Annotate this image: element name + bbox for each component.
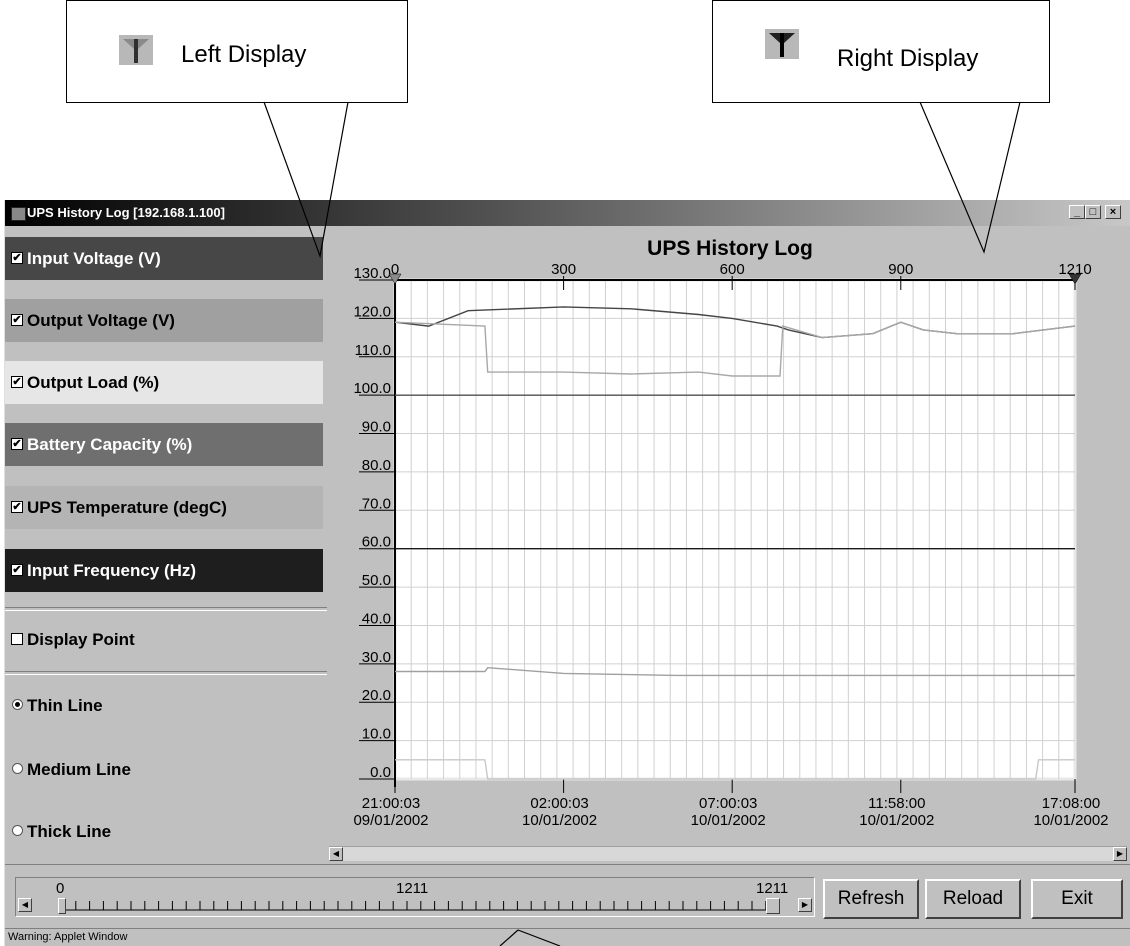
display-point-checkbox[interactable] — [11, 633, 23, 645]
medium-line-label: Medium Line — [27, 760, 131, 779]
series-label: Input Frequency (Hz) — [27, 561, 197, 580]
right-display-label: Right Display — [837, 45, 979, 72]
y-tick-label: 40.0 — [362, 610, 391, 627]
history-chart: UPS History Log 130.0 120.0 110.0 100.0 90.0 8… — [353, 237, 1108, 829]
left-display-label: Left Display — [181, 41, 307, 68]
right-display-callout: Right Display — [712, 0, 1050, 103]
close-button[interactable]: × — [1105, 205, 1121, 219]
y-tick-label: 90.0 — [362, 419, 391, 436]
y-tick-label: 130.0 — [353, 265, 391, 282]
title-bar: UPS History Log [192.168.1.100] _ □ × — [5, 200, 1130, 226]
y-tick-label: 110.0 — [355, 342, 391, 359]
series-label: Input Voltage (V) — [27, 249, 161, 268]
bottom-bar: ◀ ▶ 0 1211 1211 Refresh Reload Exit — [5, 864, 1130, 927]
medium-line-radio[interactable] — [12, 763, 23, 774]
thin-line-label: Thin Line — [27, 696, 103, 715]
x-tick-date: 10/01/2002 — [859, 812, 934, 829]
thick-line-radio[interactable] — [12, 825, 23, 836]
y-tick-label: 120.0 — [353, 303, 391, 320]
display-point-option[interactable]: Display Point — [5, 627, 323, 657]
chart-pane: UPS History Log 130.0 120.0 110.0 100.0 90.0 8… — [329, 229, 1130, 849]
status-bar: Warning: Applet Window — [5, 928, 1130, 946]
display-point-label: Display Point — [27, 630, 135, 649]
series-ups-temperature[interactable]: ✔ UPS Temperature (degC) — [5, 486, 323, 529]
series-label: Output Voltage (V) — [27, 311, 175, 330]
y-tick-label: 10.0 — [362, 726, 391, 743]
y-tick-label: 60.0 — [362, 534, 391, 551]
exit-button[interactable]: Exit — [1031, 879, 1123, 919]
left-display-callout: Left Display — [66, 0, 408, 103]
slider-thumb-right[interactable] — [766, 898, 780, 914]
output-load-checkbox[interactable]: ✔ — [11, 376, 23, 388]
top-tick-label: 900 — [888, 261, 913, 278]
series-output-load[interactable]: ✔ Output Load (%) — [5, 361, 323, 404]
chart-horizontal-scrollbar[interactable]: ◀ ▶ — [329, 846, 1127, 861]
slider-mid-label: 1211 — [396, 880, 429, 897]
window-title: UPS History Log [192.168.1.100] — [27, 205, 225, 220]
y-tick-label: 80.0 — [362, 457, 391, 474]
app-icon — [11, 207, 26, 221]
slider-ticks — [60, 901, 780, 911]
x-tick-time: 11:58:00 — [868, 795, 925, 812]
minimize-button[interactable]: _ — [1069, 205, 1085, 219]
x-tick-time: 17:08:00 — [1042, 795, 1100, 812]
y-tick-label: 0.0 — [370, 764, 391, 781]
top-tick-label: 600 — [720, 261, 745, 278]
divider — [5, 671, 327, 675]
series-battery-capacity[interactable]: ✔ Battery Capacity (%) — [5, 423, 323, 466]
slider-left-arrow[interactable]: ◀ — [18, 898, 32, 912]
series-input-voltage[interactable]: ✔ Input Voltage (V) — [5, 237, 323, 280]
marker-icon — [765, 29, 799, 59]
thick-line-option[interactable]: Thick Line — [5, 819, 323, 849]
slider-thumb-left[interactable] — [58, 898, 66, 914]
slider-max-label: 1211 — [756, 880, 789, 897]
battery-capacity-checkbox[interactable]: ✔ — [11, 438, 23, 450]
y-tick-label: 100.0 — [353, 380, 391, 397]
output-voltage-checkbox[interactable]: ✔ — [11, 314, 23, 326]
slider-min-label: 0 — [56, 880, 65, 897]
series-label: Battery Capacity (%) — [27, 435, 193, 454]
medium-line-option[interactable]: Medium Line — [5, 757, 323, 787]
input-voltage-checkbox[interactable]: ✔ — [11, 252, 23, 264]
series-label: Output Load (%) — [27, 373, 160, 392]
x-tick-date: 09/01/2002 — [353, 812, 428, 829]
marker-icon — [119, 35, 153, 65]
x-tick-time: 21:00:03 — [362, 795, 420, 812]
maximize-button[interactable]: □ — [1085, 205, 1101, 219]
input-frequency-checkbox[interactable]: ✔ — [11, 564, 23, 576]
thick-line-label: Thick Line — [27, 822, 112, 841]
y-tick-label: 50.0 — [362, 572, 391, 589]
slider-right-arrow[interactable]: ▶ — [798, 898, 812, 912]
chart-title: UPS History Log — [647, 237, 813, 260]
thin-line-radio[interactable] — [12, 699, 23, 710]
range-slider[interactable]: ◀ ▶ 0 1211 1211 — [15, 877, 815, 917]
reload-button[interactable]: Reload — [925, 879, 1021, 919]
y-tick-label: 70.0 — [362, 495, 391, 512]
series-panel: ✔ Input Voltage (V) ✔ Output Voltage (V)… — [5, 229, 328, 845]
top-tick-label: 300 — [551, 261, 576, 278]
thin-line-option[interactable]: Thin Line — [5, 693, 323, 723]
series-label: UPS Temperature (degC) — [27, 498, 227, 517]
x-tick-time: 02:00:03 — [530, 795, 588, 812]
refresh-button[interactable]: Refresh — [823, 879, 919, 919]
app-window: UPS History Log [192.168.1.100] _ □ × ✔ … — [4, 200, 1130, 946]
x-tick-date: 10/01/2002 — [522, 812, 597, 829]
y-tick-label: 20.0 — [362, 687, 391, 704]
x-tick-date: 10/01/2002 — [691, 812, 766, 829]
series-output-voltage[interactable]: ✔ Output Voltage (V) — [5, 299, 323, 342]
series-input-frequency[interactable]: ✔ Input Frequency (Hz) — [5, 549, 323, 592]
scroll-right-arrow[interactable]: ▶ — [1113, 847, 1127, 861]
x-tick-date: 10/01/2002 — [1033, 812, 1108, 829]
ups-temperature-checkbox[interactable]: ✔ — [11, 501, 23, 513]
scroll-left-arrow[interactable]: ◀ — [329, 847, 343, 861]
x-tick-time: 07:00:03 — [699, 795, 757, 812]
divider — [5, 607, 327, 611]
y-tick-label: 30.0 — [362, 649, 391, 666]
